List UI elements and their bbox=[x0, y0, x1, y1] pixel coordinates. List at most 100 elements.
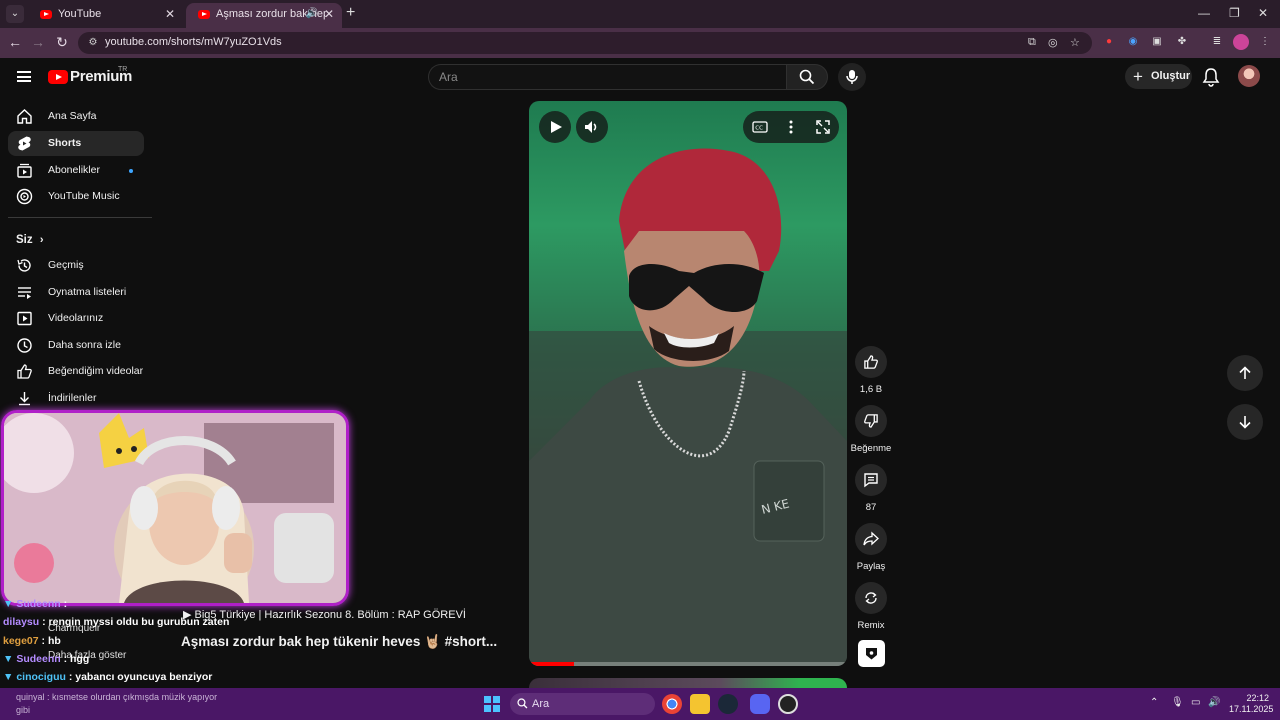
previous-short-button[interactable] bbox=[1227, 355, 1263, 391]
fullscreen-icon[interactable] bbox=[816, 120, 830, 134]
sidebar-item-home[interactable]: Ana Sayfa bbox=[8, 104, 144, 129]
microphone-tray-icon[interactable]: 🎙 bbox=[1171, 697, 1184, 708]
share-button[interactable] bbox=[855, 523, 887, 555]
play-button[interactable] bbox=[539, 111, 571, 143]
more-options-icon[interactable] bbox=[789, 120, 793, 134]
minimize-icon[interactable]: — bbox=[1198, 6, 1210, 20]
sidebar-item-label: Beğendiğim videolar bbox=[48, 365, 144, 377]
new-content-dot bbox=[129, 169, 133, 173]
short-title[interactable]: Aşması zordur bak hep tükenir heves 🤘🏼 #… bbox=[181, 634, 497, 650]
chat-username: Sudeenn bbox=[16, 598, 61, 610]
address-toolbar: ← → ↻ ⚙ youtube.com/shorts/mW7yuZO1Vds ⧉… bbox=[0, 28, 1280, 58]
next-short-preview[interactable] bbox=[529, 678, 847, 688]
search-input[interactable] bbox=[439, 70, 769, 84]
search-icon bbox=[517, 698, 528, 709]
create-button[interactable]: + Oluştur bbox=[1125, 64, 1192, 89]
video-progress-bar[interactable] bbox=[529, 662, 847, 666]
volume-button[interactable] bbox=[576, 111, 608, 143]
youtube-header: Premium TR + Oluştur bbox=[0, 58, 1280, 98]
reload-icon[interactable]: ↻ bbox=[53, 34, 71, 51]
sidebar-section-you[interactable]: Siz › bbox=[16, 234, 44, 246]
chat-badge-icon: ▼ bbox=[3, 671, 14, 683]
avatar[interactable] bbox=[1238, 65, 1260, 87]
captions-icon[interactable]: CC bbox=[752, 121, 768, 133]
search-button[interactable] bbox=[786, 64, 828, 90]
tracking-eye-icon[interactable]: ◎ bbox=[1048, 36, 1058, 49]
share-action[interactable]: Paylaş bbox=[852, 523, 890, 572]
file-explorer-icon[interactable] bbox=[690, 694, 710, 714]
notifications-bell-icon[interactable] bbox=[1202, 67, 1220, 87]
system-clock[interactable]: 22:12 17.11.2025 bbox=[1229, 693, 1274, 715]
browser-tab-strip: ⌄ YouTube ✕ Aşması zordur bak hep tüke 🔊… bbox=[0, 0, 1280, 28]
plus-icon: + bbox=[1133, 67, 1143, 86]
extension-red-icon[interactable]: ● bbox=[1101, 34, 1117, 50]
sidebar-item-history[interactable]: Geçmiş bbox=[8, 253, 144, 278]
youtube-favicon-icon bbox=[40, 10, 52, 19]
browser-menu-icon[interactable]: ⋮ bbox=[1257, 34, 1273, 50]
sidebar-item-liked-videos[interactable]: Beğendiğim videolar bbox=[8, 359, 144, 384]
downloads-icon bbox=[19, 392, 30, 406]
sidebar-item-label: YouTube Music bbox=[48, 190, 120, 202]
obs-icon[interactable] bbox=[778, 694, 798, 714]
chat-message: kege07 : hb bbox=[3, 635, 61, 647]
youtube-logo-icon[interactable] bbox=[48, 70, 68, 84]
chat-message: dilaysu : rengin myssi oldu bu gurubun z… bbox=[3, 616, 229, 628]
dislike-action[interactable]: Beğenme bbox=[851, 405, 891, 454]
new-tab-button[interactable]: + bbox=[346, 4, 355, 22]
sidebar-item-label: Oynatma listeleri bbox=[48, 286, 127, 298]
like-button[interactable] bbox=[855, 346, 887, 378]
clock-date: 17.11.2025 bbox=[1229, 704, 1274, 714]
sidebar-item-downloads[interactable]: İndirilenler bbox=[8, 386, 144, 411]
start-button[interactable] bbox=[484, 696, 500, 712]
youtube-favicon-icon bbox=[198, 10, 210, 19]
back-icon[interactable]: ← bbox=[6, 34, 24, 50]
install-app-icon[interactable]: ⧉ bbox=[1028, 36, 1036, 49]
sidebar-item-shorts[interactable]: Shorts bbox=[8, 131, 144, 156]
discord-icon[interactable] bbox=[750, 694, 770, 714]
extensions-puzzle-icon[interactable]: ✤ bbox=[1174, 34, 1190, 50]
webcam-feed bbox=[4, 413, 346, 603]
chrome-taskbar-icon[interactable] bbox=[662, 694, 682, 714]
progress-fill bbox=[529, 662, 574, 666]
taskbar-search[interactable]: Ara bbox=[510, 693, 655, 715]
bookmark-star-icon[interactable]: ☆ bbox=[1070, 36, 1080, 49]
like-action[interactable]: 1,6 B bbox=[852, 346, 890, 395]
remix-button[interactable] bbox=[855, 582, 887, 614]
site-info-icon[interactable]: ⚙ bbox=[86, 36, 100, 50]
sidebar-item-label: Shorts bbox=[48, 137, 82, 149]
network-icon[interactable]: ▭ bbox=[1191, 697, 1200, 708]
window-close-icon[interactable]: ✕ bbox=[1258, 6, 1268, 20]
dislike-button[interactable] bbox=[855, 405, 887, 437]
comments-button[interactable] bbox=[855, 464, 887, 496]
shorts-video-player[interactable]: N KE CC bbox=[529, 101, 847, 666]
close-tab-icon[interactable]: ✕ bbox=[324, 3, 334, 25]
remix-action[interactable]: Remix bbox=[852, 582, 890, 631]
extension-box-icon[interactable]: ▣ bbox=[1149, 34, 1165, 50]
steam-icon[interactable] bbox=[718, 694, 738, 714]
tab-search-button[interactable]: ⌄ bbox=[6, 5, 24, 23]
extension-audio-icon[interactable]: ◉ bbox=[1125, 34, 1141, 50]
sidebar-item-subscriptions[interactable]: Abonelikler bbox=[8, 158, 144, 183]
forward-icon[interactable]: → bbox=[29, 34, 47, 50]
close-tab-icon[interactable]: ✕ bbox=[165, 3, 175, 25]
volume-icon bbox=[585, 121, 597, 133]
restore-icon[interactable]: ❐ bbox=[1229, 6, 1240, 20]
sidebar-item-your-videos[interactable]: Videolarınız bbox=[8, 306, 144, 331]
menu-icon[interactable] bbox=[17, 71, 31, 82]
sidebar-item-playlists[interactable]: Oynatma listeleri bbox=[8, 280, 144, 305]
tray-chevron-icon[interactable]: ⌃ bbox=[1150, 697, 1158, 708]
tab-audio-icon[interactable]: 🔊 bbox=[306, 3, 318, 25]
sidebar-item-watch-later[interactable]: Daha sonra izle bbox=[8, 333, 144, 358]
clock-time: 22:12 bbox=[1246, 693, 1269, 703]
sidebar-item-youtube-music[interactable]: YouTube Music bbox=[8, 184, 144, 209]
next-short-button[interactable] bbox=[1227, 404, 1263, 440]
profile-icon[interactable] bbox=[1233, 34, 1249, 50]
comments-action[interactable]: 87 bbox=[852, 464, 890, 513]
tab-shorts-video[interactable]: Aşması zordur bak hep tüke 🔊 ✕ bbox=[186, 3, 342, 28]
address-bar[interactable]: ⚙ youtube.com/shorts/mW7yuZO1Vds ⧉ ◎ ☆ bbox=[78, 32, 1092, 54]
reading-list-icon[interactable]: ≣ bbox=[1209, 34, 1225, 50]
sound-source-button[interactable] bbox=[858, 640, 885, 667]
tab-youtube[interactable]: YouTube ✕ bbox=[28, 3, 183, 25]
speaker-icon[interactable]: 🔊 bbox=[1208, 697, 1220, 708]
voice-search-button[interactable] bbox=[838, 63, 866, 91]
